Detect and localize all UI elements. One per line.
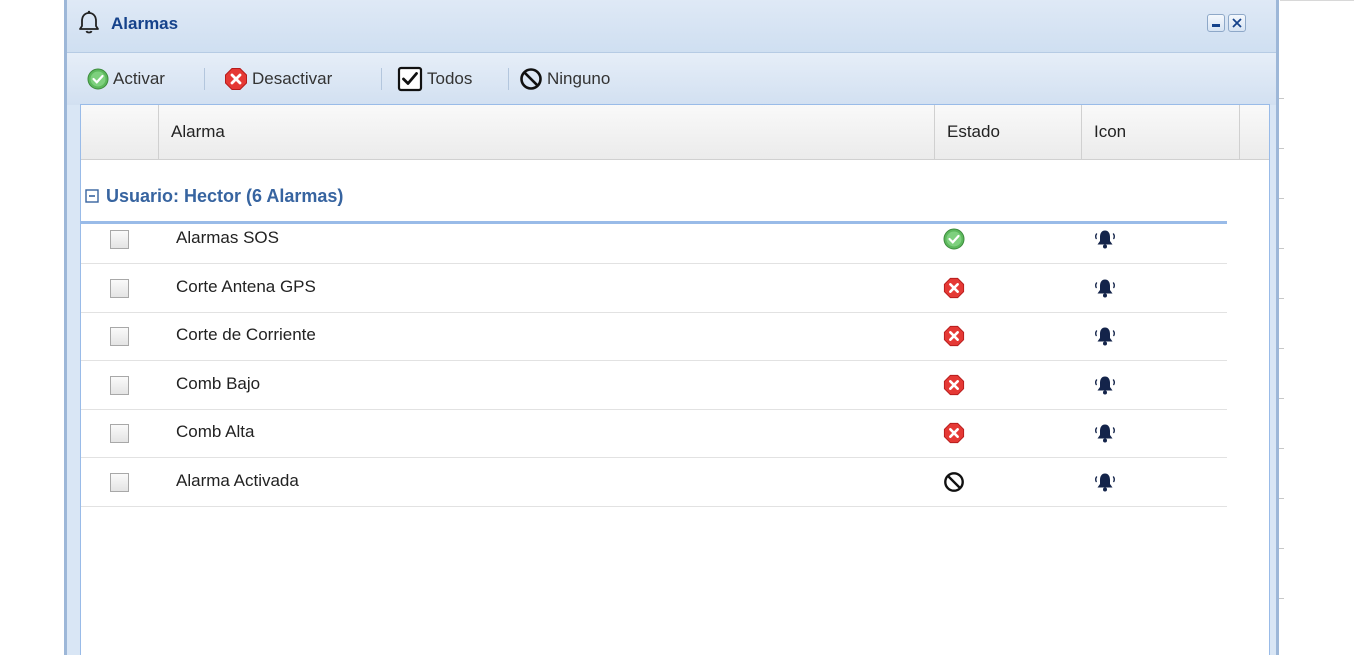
collapse-toggle-icon[interactable] bbox=[85, 189, 99, 203]
bell-icon bbox=[1095, 473, 1115, 492]
status-inactive-icon bbox=[943, 325, 965, 347]
alarm-name: Alarmas SOS bbox=[176, 228, 279, 247]
activar-button[interactable]: Activar bbox=[87, 66, 165, 92]
checkbox-checked-icon bbox=[397, 66, 423, 92]
row-checkbox[interactable] bbox=[110, 327, 129, 346]
ninguno-label: Ninguno bbox=[547, 69, 611, 88]
table-row[interactable]: Comb Alta bbox=[81, 410, 1227, 458]
bell-icon bbox=[1095, 279, 1115, 298]
todos-label: Todos bbox=[427, 69, 473, 88]
desactivar-button[interactable]: Desactivar bbox=[224, 66, 332, 92]
column-header-estado[interactable]: Estado bbox=[935, 105, 1082, 159]
column-header-icon[interactable]: Icon bbox=[1082, 105, 1240, 159]
minimize-button[interactable] bbox=[1207, 14, 1225, 32]
alarm-grid: Alarma Estado Icon Usuario: Hector (6 Al… bbox=[80, 104, 1270, 655]
alarm-toolbar: Activar Desactivar Todos Ninguno bbox=[67, 52, 1276, 105]
row-checkbox[interactable] bbox=[110, 473, 129, 492]
window-titlebar[interactable]: Alarmas bbox=[67, 0, 1276, 52]
toolbar-separator bbox=[508, 68, 509, 90]
status-inactive-icon bbox=[943, 374, 965, 396]
table-row[interactable]: Alarmas SOS bbox=[81, 216, 1227, 264]
no-entry-icon bbox=[520, 68, 542, 90]
group-label: Usuario: Hector (6 Alarmas) bbox=[106, 186, 344, 206]
status-active-icon bbox=[943, 228, 965, 250]
bell-icon bbox=[1095, 327, 1115, 346]
table-row[interactable]: Corte de Corriente bbox=[81, 313, 1227, 361]
bell-icon bbox=[1095, 376, 1115, 395]
activar-label: Activar bbox=[113, 69, 165, 88]
minimize-icon bbox=[1212, 24, 1220, 27]
table-row[interactable]: Comb Bajo bbox=[81, 362, 1227, 410]
status-none-icon bbox=[944, 472, 964, 492]
alarm-name: Corte Antena GPS bbox=[176, 277, 316, 296]
alarm-name: Corte de Corriente bbox=[176, 325, 316, 344]
todos-button[interactable]: Todos bbox=[397, 66, 472, 92]
alarmas-window: Alarmas Activar Desactivar Todos Ninguno… bbox=[64, 0, 1279, 655]
close-button[interactable] bbox=[1228, 14, 1246, 32]
close-icon bbox=[1232, 18, 1242, 28]
status-inactive-icon bbox=[943, 277, 965, 299]
x-circle-red-icon bbox=[225, 68, 247, 90]
row-checkbox[interactable] bbox=[110, 230, 129, 249]
toolbar-separator bbox=[204, 68, 205, 90]
row-checkbox[interactable] bbox=[110, 376, 129, 395]
background-divider bbox=[1280, 0, 1354, 1]
window-title: Alarmas bbox=[111, 14, 179, 33]
grid-header: Alarma Estado Icon bbox=[81, 105, 1269, 160]
bell-outline-icon bbox=[79, 10, 99, 34]
ninguno-button[interactable]: Ninguno bbox=[519, 66, 610, 92]
row-checkbox[interactable] bbox=[110, 279, 129, 298]
table-row[interactable]: Alarma Activada bbox=[81, 459, 1227, 507]
column-header-alarma[interactable]: Alarma bbox=[159, 105, 935, 159]
bell-icon bbox=[1095, 230, 1115, 249]
alarm-name: Alarma Activada bbox=[176, 471, 299, 490]
alarm-name: Comb Alta bbox=[176, 422, 255, 441]
desactivar-label: Desactivar bbox=[252, 69, 333, 88]
row-checkbox[interactable] bbox=[110, 424, 129, 443]
table-row[interactable]: Corte Antena GPS bbox=[81, 265, 1227, 313]
bell-icon bbox=[1095, 424, 1115, 443]
toolbar-separator bbox=[381, 68, 382, 90]
status-inactive-icon bbox=[943, 422, 965, 444]
check-circle-green-icon bbox=[87, 68, 109, 90]
alarm-name: Comb Bajo bbox=[176, 374, 261, 393]
column-header-select[interactable] bbox=[81, 105, 159, 159]
